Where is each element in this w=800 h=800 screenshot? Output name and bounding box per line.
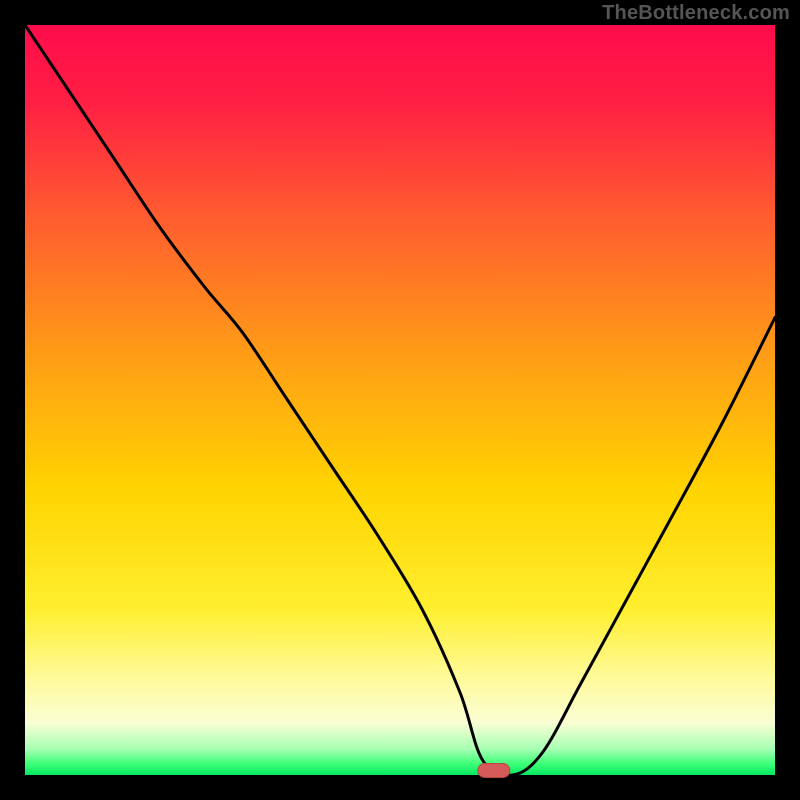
chart-plot-area	[25, 25, 775, 775]
bottleneck-chart	[0, 0, 800, 800]
watermark-text: TheBottleneck.com	[602, 2, 790, 25]
optimal-marker	[478, 764, 510, 778]
